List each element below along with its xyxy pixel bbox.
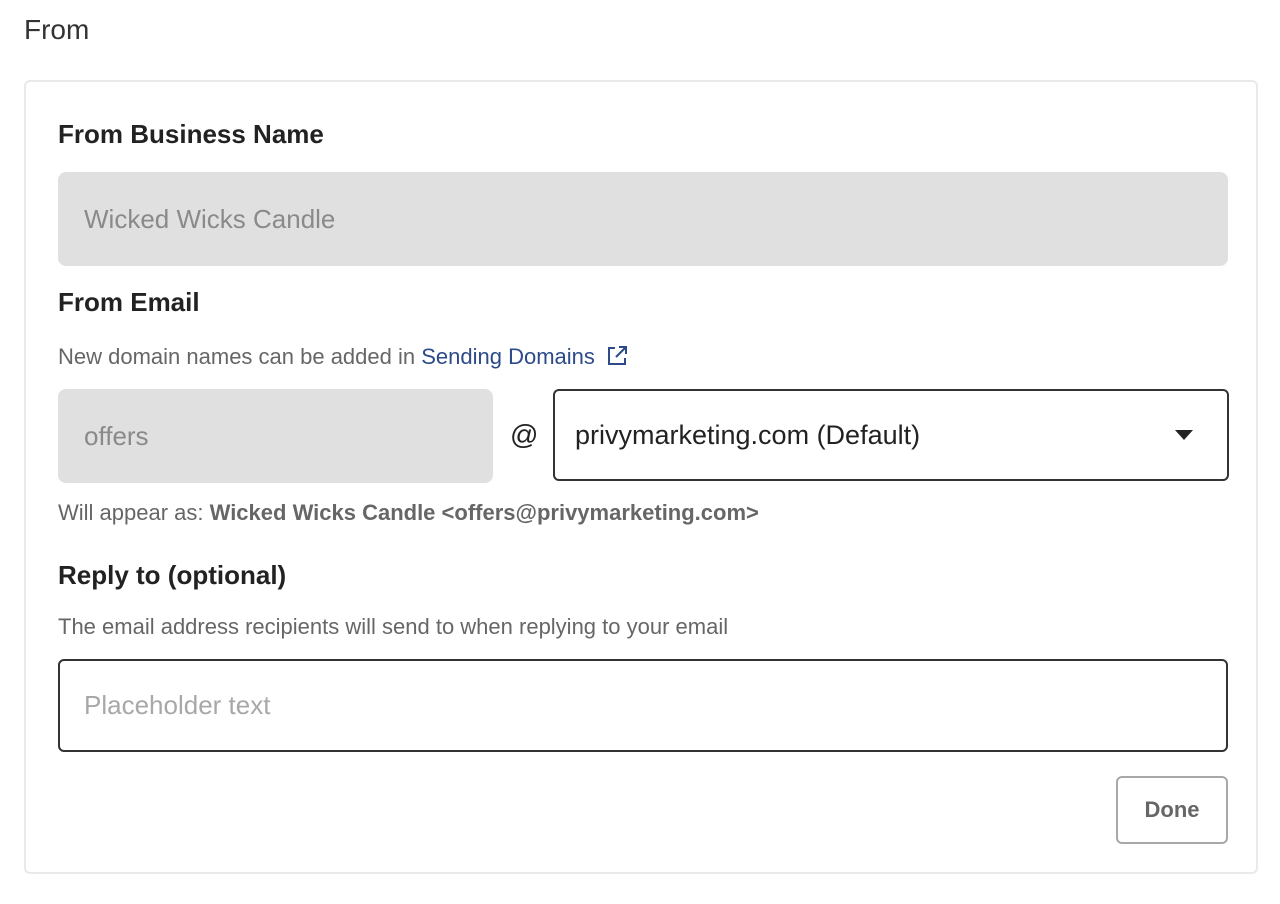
reply-to-label: Reply to (optional): [58, 560, 287, 590]
email-local-part-field: offers: [58, 389, 493, 483]
from-email-helper-text: New domain names can be added in: [58, 344, 422, 369]
sending-domains-link-label[interactable]: Sending Domains: [421, 344, 595, 369]
reply-to-helper: The email address recipients will send t…: [58, 614, 729, 639]
will-appear-as: Will appear as: Wicked Wicks Candle <off…: [58, 500, 759, 526]
business-name-field: Wicked Wicks Candle: [58, 172, 1228, 266]
domain-select[interactable]: privymarketing.com (Default): [553, 389, 1229, 481]
external-link-icon[interactable]: [605, 344, 629, 374]
caret-down-icon[interactable]: [1175, 430, 1193, 440]
business-name-label: From Business Name: [58, 119, 324, 149]
section-title: From: [24, 14, 90, 45]
from-email-label: From Email: [58, 287, 200, 317]
will-appear-as-label: Will appear as:: [58, 500, 210, 525]
at-sign: @: [510, 419, 539, 450]
reply-to-input[interactable]: [58, 659, 1228, 752]
sending-domains-link[interactable]: Sending Domains: [421, 344, 629, 369]
done-button[interactable]: Done: [1116, 776, 1228, 844]
from-settings-card: From Business Name Wicked Wicks Candle F…: [24, 80, 1258, 874]
from-email-helper: New domain names can be added in Sending…: [58, 344, 629, 374]
will-appear-as-value: Wicked Wicks Candle <offers@privymarketi…: [209, 500, 759, 525]
domain-select-value[interactable]: privymarketing.com (Default): [575, 420, 920, 451]
